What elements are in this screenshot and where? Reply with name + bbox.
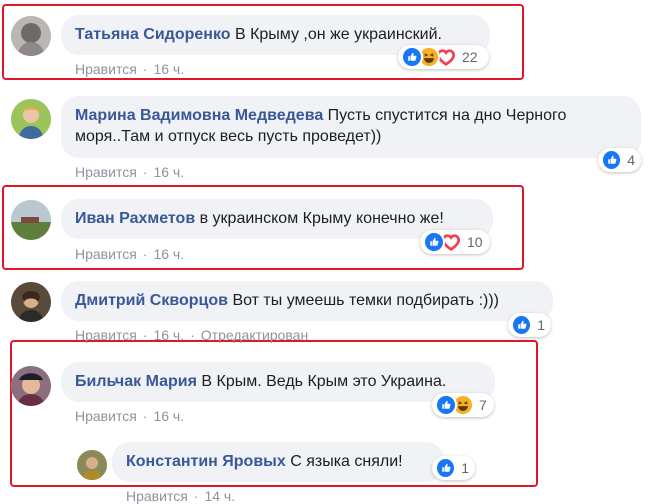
comment-text: Вот ты умеешь темки подбирать :))) bbox=[232, 292, 499, 309]
reaction-count: 1 bbox=[537, 317, 545, 333]
like-icon bbox=[435, 394, 457, 416]
comment-text: Пусть спустится на дно Черного bbox=[327, 107, 567, 124]
avatar[interactable] bbox=[77, 450, 107, 480]
comment-meta: Нравится · 16 ч. bbox=[75, 61, 184, 77]
like-icon bbox=[511, 314, 533, 336]
comment-time[interactable]: 14 ч. bbox=[204, 488, 235, 504]
like-link[interactable]: Нравится bbox=[75, 408, 137, 424]
comment-text: В Крыму ,он же украинский. bbox=[234, 26, 442, 43]
comment-author[interactable]: Бильчак Мария bbox=[75, 373, 197, 390]
comment-time[interactable]: 16 ч. bbox=[153, 61, 184, 77]
comment-meta: Нравится · 16 ч. bbox=[75, 246, 184, 262]
comment-meta: Нравится · 16 ч. bbox=[75, 408, 184, 424]
avatar[interactable] bbox=[11, 282, 51, 322]
reaction-count: 10 bbox=[467, 234, 483, 250]
like-link[interactable]: Нравится bbox=[75, 61, 137, 77]
reaction-summary[interactable]: 22 bbox=[398, 45, 489, 69]
reaction-count: 4 bbox=[627, 152, 635, 168]
like-link[interactable]: Нравится bbox=[75, 246, 137, 262]
comment-author[interactable]: Марина Вадимовна Медведева bbox=[75, 107, 323, 124]
like-icon bbox=[601, 149, 623, 171]
avatar[interactable] bbox=[11, 366, 51, 406]
reaction-summary[interactable]: 1 bbox=[508, 313, 551, 337]
reaction-summary[interactable]: 4 bbox=[598, 148, 641, 172]
comment-author[interactable]: Татьяна Сидоренко bbox=[75, 26, 231, 43]
like-icon bbox=[401, 46, 423, 68]
comment-bubble: Дмитрий Скворцов Вот ты умеешь темки под… bbox=[61, 281, 553, 321]
like-icon bbox=[423, 231, 445, 253]
comment-time[interactable]: 16 ч. bbox=[153, 327, 184, 343]
comment-text: В Крым. Ведь Крым это Украина. bbox=[201, 373, 447, 390]
comment-meta: Нравится · 16 ч. · Отредактирован bbox=[75, 327, 308, 343]
comment-bubble: Бильчак Мария В Крым. Ведь Крым это Укра… bbox=[61, 362, 495, 402]
comment-time[interactable]: 16 ч. bbox=[153, 246, 184, 262]
reaction-count: 7 bbox=[479, 397, 487, 413]
separator-dot: · bbox=[193, 488, 199, 504]
avatar[interactable] bbox=[11, 16, 51, 56]
separator-dot: · bbox=[142, 408, 148, 424]
comment-bubble: Марина Вадимовна Медведева Пусть спустит… bbox=[61, 96, 641, 158]
comment-text: моря..Там и отпуск весь пусть проведет)) bbox=[75, 128, 382, 145]
avatar[interactable] bbox=[11, 200, 51, 240]
comment-meta: Нравится · 16 ч. bbox=[75, 164, 184, 180]
comment-time[interactable]: 16 ч. bbox=[153, 408, 184, 424]
separator-dot: · bbox=[190, 327, 195, 343]
comment-time[interactable]: 16 ч. bbox=[153, 164, 184, 180]
avatar[interactable] bbox=[11, 99, 51, 139]
reaction-summary[interactable]: 7 bbox=[432, 393, 494, 417]
separator-dot: · bbox=[142, 327, 148, 343]
comment-text: С языка сняли! bbox=[290, 453, 403, 470]
comment-author[interactable]: Иван Рахметов bbox=[75, 210, 195, 227]
like-link[interactable]: Нравится bbox=[75, 164, 137, 180]
like-link[interactable]: Нравится bbox=[75, 327, 137, 343]
edited-label[interactable]: Отредактирован bbox=[201, 327, 308, 343]
separator-dot: · bbox=[142, 61, 148, 77]
separator-dot: · bbox=[142, 164, 148, 180]
reaction-summary[interactable]: 10 bbox=[420, 230, 490, 254]
reaction-count: 1 bbox=[461, 460, 469, 476]
comment-author[interactable]: Дмитрий Скворцов bbox=[75, 292, 228, 309]
reaction-count: 22 bbox=[462, 49, 478, 65]
like-icon bbox=[435, 457, 457, 479]
comment-text: в украинском Крыму конечно же! bbox=[199, 210, 444, 227]
comment-meta: Нравится · 14 ч. bbox=[126, 488, 235, 504]
separator-dot: · bbox=[142, 246, 148, 262]
comment-author[interactable]: Константин Яровых bbox=[126, 453, 286, 470]
comment-bubble: Константин Яровых С языка сняли! bbox=[112, 442, 444, 482]
like-link[interactable]: Нравится bbox=[126, 488, 188, 504]
reaction-summary[interactable]: 1 bbox=[432, 456, 475, 480]
